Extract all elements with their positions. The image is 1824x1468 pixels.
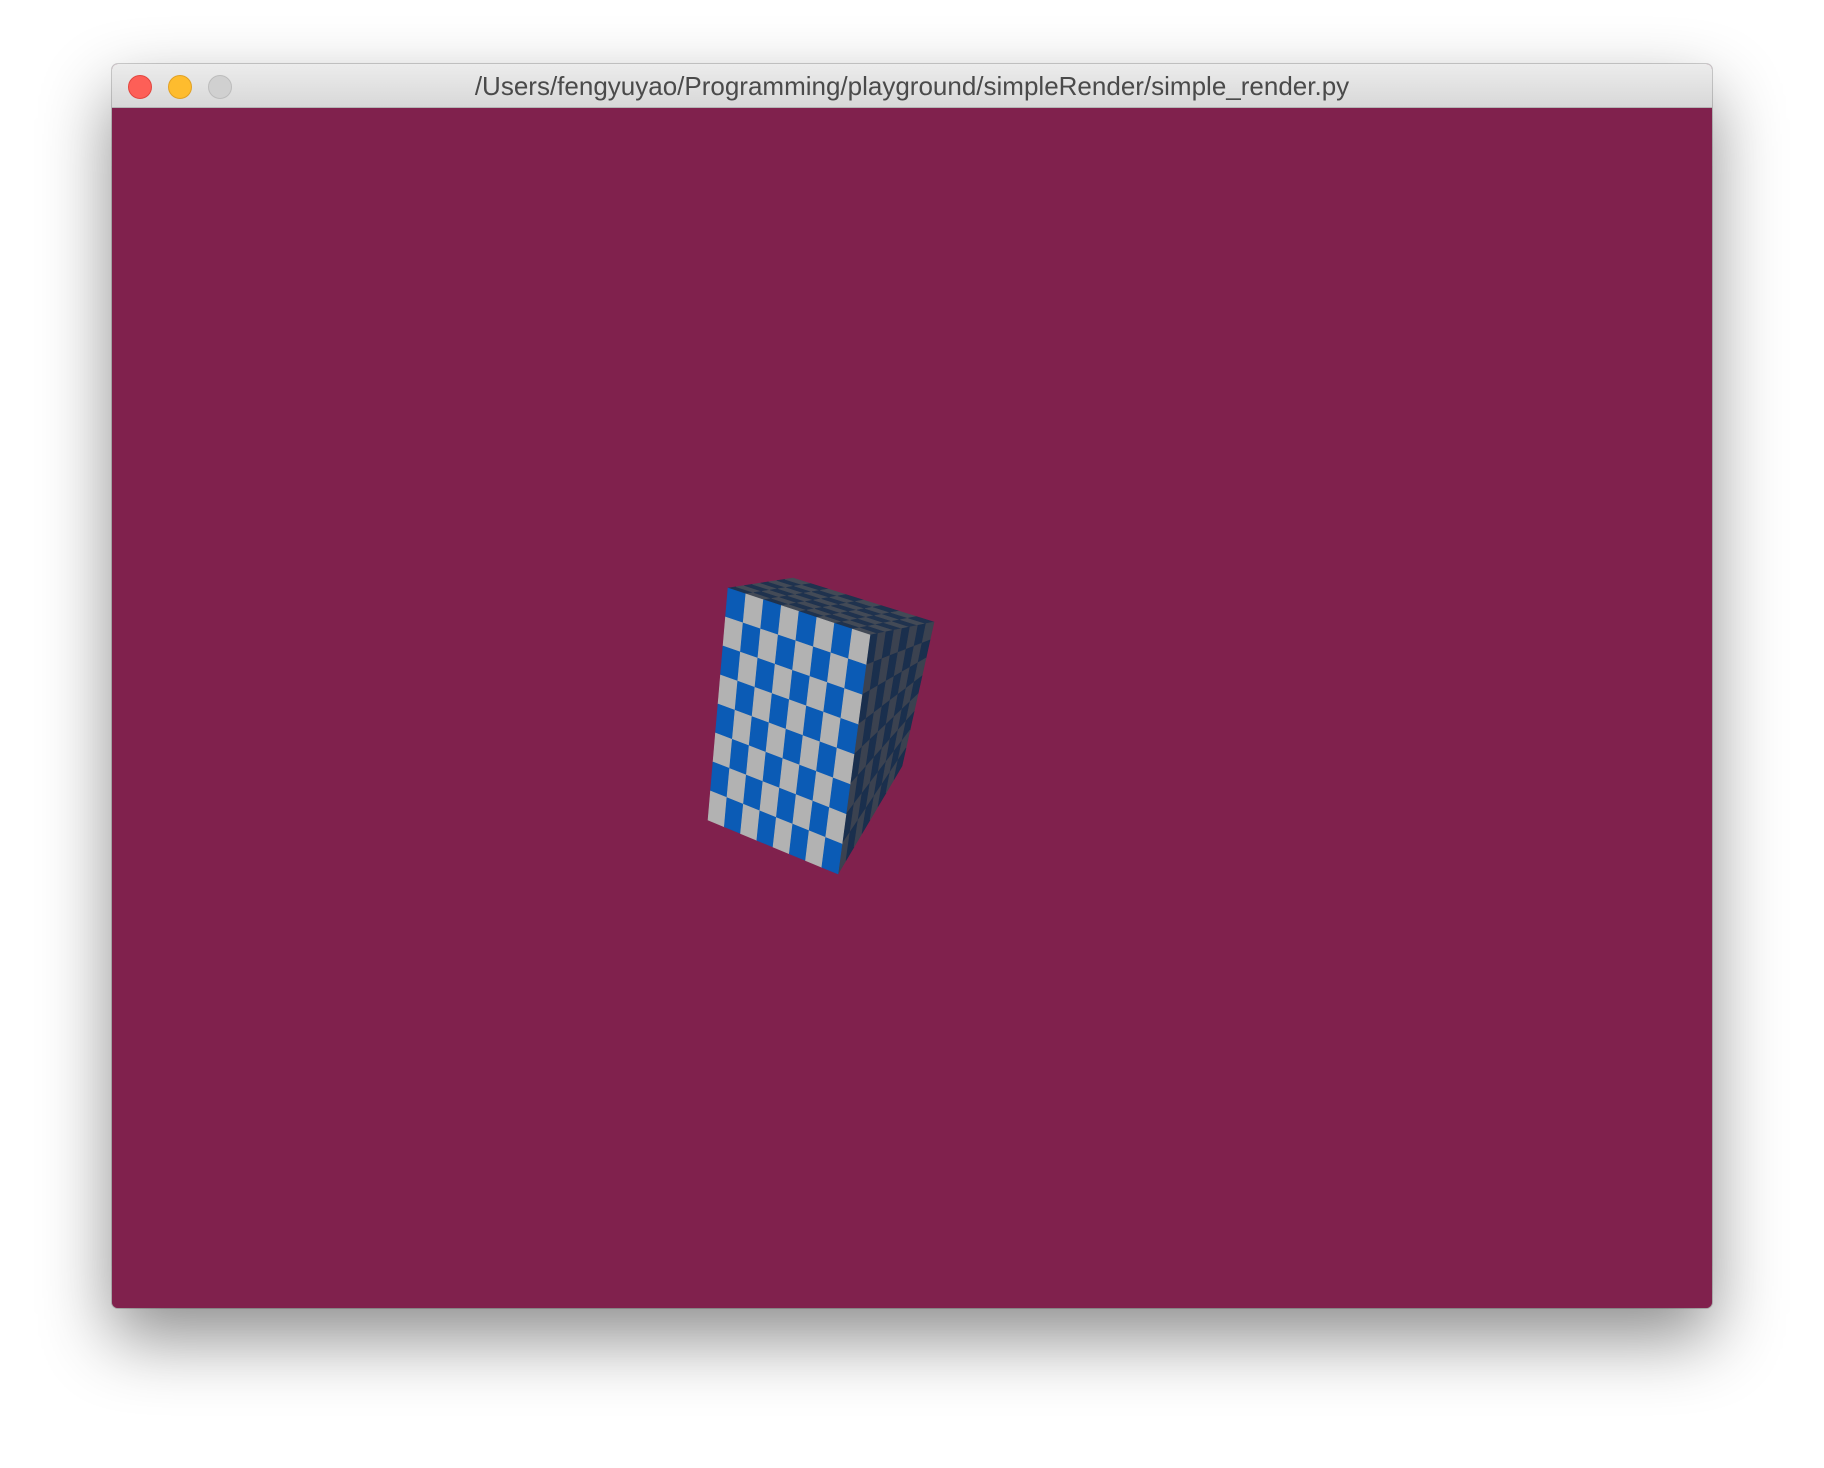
checker-tile — [760, 599, 782, 636]
checker-tile — [840, 688, 863, 726]
checker-tile — [740, 803, 761, 841]
title-bar[interactable]: /Users/fengyuyao/Programming/playground/… — [112, 64, 1712, 108]
checker-tile — [707, 790, 728, 828]
checker-tile — [777, 605, 800, 642]
window-title: /Users/fengyuyao/Programming/playground/… — [474, 71, 1350, 101]
checker-tile — [844, 658, 867, 696]
checkered-cube — [707, 577, 935, 875]
checker-tile — [723, 797, 744, 834]
checker-tile — [848, 628, 871, 666]
render-viewport[interactable] — [112, 108, 1712, 1308]
app-window: /Users/fengyuyao/Programming/playground/… — [112, 64, 1712, 1308]
checker-tile — [821, 837, 843, 875]
checker-tile — [792, 640, 814, 677]
